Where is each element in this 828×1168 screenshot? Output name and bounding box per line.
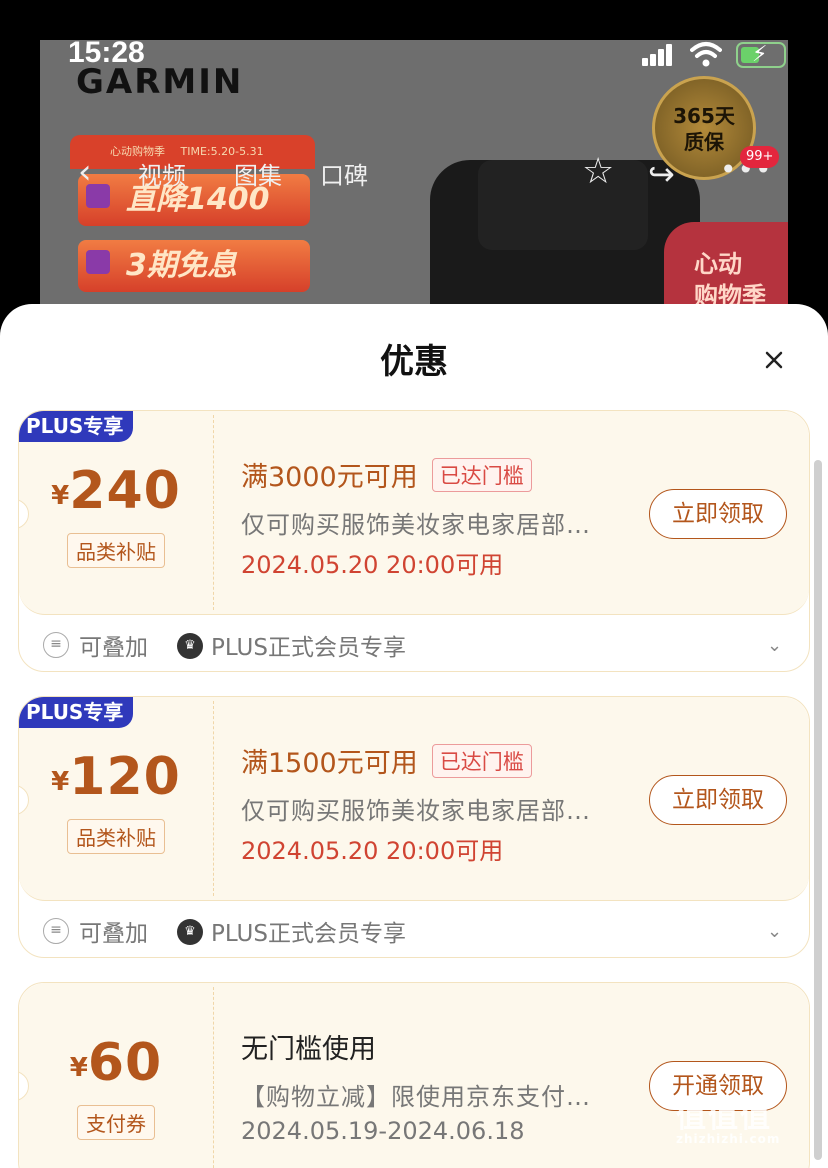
coupon-condition: 满3000元可用 已达门槛 bbox=[241, 455, 532, 494]
installment-tag-icon bbox=[86, 250, 110, 274]
tab-video[interactable]: 视频 bbox=[138, 156, 186, 191]
coupon-amount: ¥240 bbox=[19, 461, 213, 521]
coupon-card: PLUS专享 ¥120 品类补贴 满1500元可用 已达门槛 仅可购买服饰美妆家电… bbox=[18, 696, 810, 958]
battery-icon: ⚡ bbox=[736, 42, 786, 68]
currency-symbol: ¥ bbox=[69, 1053, 88, 1083]
condition-label: 满3000元可用 bbox=[241, 462, 418, 493]
plus-exclusive-badge: PLUS专享 bbox=[19, 411, 134, 442]
amount-value: 120 bbox=[69, 747, 181, 807]
product-backdrop: GARMIN 心动购物季 TIME:5.20-5.31 直降1400 3期免息 … bbox=[0, 0, 828, 330]
seal-line-1: 365天 bbox=[673, 104, 735, 128]
claim-button[interactable]: 立即领取 bbox=[649, 775, 787, 825]
scrollbar[interactable] bbox=[814, 460, 822, 1160]
coupon-amount: ¥60 bbox=[19, 1033, 213, 1093]
coupon-type-tag: 品类补贴 bbox=[19, 533, 213, 568]
coupon-condition: 无门槛使用 bbox=[241, 1027, 376, 1066]
message-badge: 99+ bbox=[740, 146, 780, 168]
promo-installment-label: 3期免息 bbox=[126, 248, 237, 283]
coupon-description: 仅可购买服饰美妆家电家居部… bbox=[241, 797, 591, 825]
crown-icon: ♛ bbox=[177, 919, 203, 945]
coupon-description: 【购物立减】限使用京东支付… bbox=[241, 1083, 591, 1111]
amount-value: 240 bbox=[69, 461, 181, 521]
chevron-down-icon[interactable]: ⌄ bbox=[767, 921, 782, 942]
coupon-sheet: 优惠 PLUS专享 ¥240 品类补贴 满3000元可用 已达门槛 仅可购买服饰美… bbox=[0, 304, 828, 1168]
coupon-type-tag: 品类补贴 bbox=[19, 819, 213, 854]
tab-gallery[interactable]: 图集 bbox=[234, 156, 282, 191]
cellular-signal-icon bbox=[642, 44, 672, 66]
condition-label: 无门槛使用 bbox=[241, 1034, 376, 1065]
coupon-meta-row[interactable]: ≡ 可叠加 ♛ PLUS正式会员专享 ⌄ bbox=[19, 901, 809, 957]
promo-installment: 3期免息 bbox=[78, 240, 310, 292]
coupon-validity: 2024.05.19-2024.06.18 bbox=[241, 1117, 525, 1145]
threshold-reached-tag: 已达门槛 bbox=[431, 458, 532, 492]
plus-member-label: PLUS正式会员专享 bbox=[211, 635, 406, 661]
plus-exclusive-badge: PLUS专享 bbox=[19, 697, 134, 728]
currency-symbol: ¥ bbox=[51, 481, 70, 511]
coupon-condition: 满1500元可用 已达门槛 bbox=[241, 741, 532, 780]
watermark-text: 值值值 bbox=[676, 1100, 772, 1135]
claim-button[interactable]: 立即领取 bbox=[649, 489, 787, 539]
side-banner-line-1: 心动 bbox=[694, 250, 742, 278]
coupon-amount: ¥120 bbox=[19, 747, 213, 807]
coupon-validity: 2024.05.20 20:00可用 bbox=[241, 551, 504, 579]
plus-member-label: PLUS正式会员专享 bbox=[211, 921, 406, 947]
condition-label: 满1500元可用 bbox=[241, 748, 418, 779]
favorite-star-icon[interactable]: ☆ bbox=[582, 152, 614, 192]
coupon-body: PLUS专享 ¥240 品类补贴 满3000元可用 已达门槛 仅可购买服饰美妆家电… bbox=[19, 411, 809, 615]
coupon-body: PLUS专享 ¥120 品类补贴 满1500元可用 已达门槛 仅可购买服饰美妆家电… bbox=[19, 697, 809, 901]
coupon-type-tag: 支付券 bbox=[19, 1105, 213, 1140]
site-watermark: 值值值 zhizhizhi.com bbox=[676, 1092, 780, 1146]
back-icon[interactable]: ‹ bbox=[78, 154, 112, 190]
status-time: 15:28 bbox=[68, 36, 145, 69]
product-nav: ‹ 视频 图集 口碑 ☆ ↪ ••• 99+ bbox=[0, 146, 828, 196]
tab-reviews[interactable]: 口碑 bbox=[320, 156, 368, 191]
coupon-card: PLUS专享 ¥240 品类补贴 满3000元可用 已达门槛 仅可购买服饰美妆家电… bbox=[18, 410, 810, 672]
stackable-label: 可叠加 bbox=[79, 635, 148, 661]
watermark-domain: zhizhizhi.com bbox=[676, 1132, 781, 1146]
chevron-down-icon[interactable]: ⌄ bbox=[767, 635, 782, 656]
coupon-description: 仅可购买服饰美妆家电家居部… bbox=[241, 511, 591, 539]
stackable-icon: ≡ bbox=[43, 918, 69, 944]
currency-symbol: ¥ bbox=[51, 767, 70, 797]
stackable-label: 可叠加 bbox=[79, 921, 148, 947]
crown-icon: ♛ bbox=[177, 633, 203, 659]
coupon-validity: 2024.05.20 20:00可用 bbox=[241, 837, 504, 865]
coupon-meta-row[interactable]: ≡ 可叠加 ♛ PLUS正式会员专享 ⌄ bbox=[19, 615, 809, 671]
amount-value: 60 bbox=[87, 1033, 163, 1093]
share-icon[interactable]: ↪ bbox=[648, 154, 675, 194]
stackable-icon: ≡ bbox=[43, 632, 69, 658]
status-bar: 15:28 ⚡ bbox=[0, 32, 828, 76]
threshold-reached-tag: 已达门槛 bbox=[431, 744, 532, 778]
close-icon[interactable] bbox=[758, 344, 790, 376]
sheet-title: 优惠 bbox=[380, 342, 448, 382]
wifi-icon bbox=[690, 42, 722, 67]
